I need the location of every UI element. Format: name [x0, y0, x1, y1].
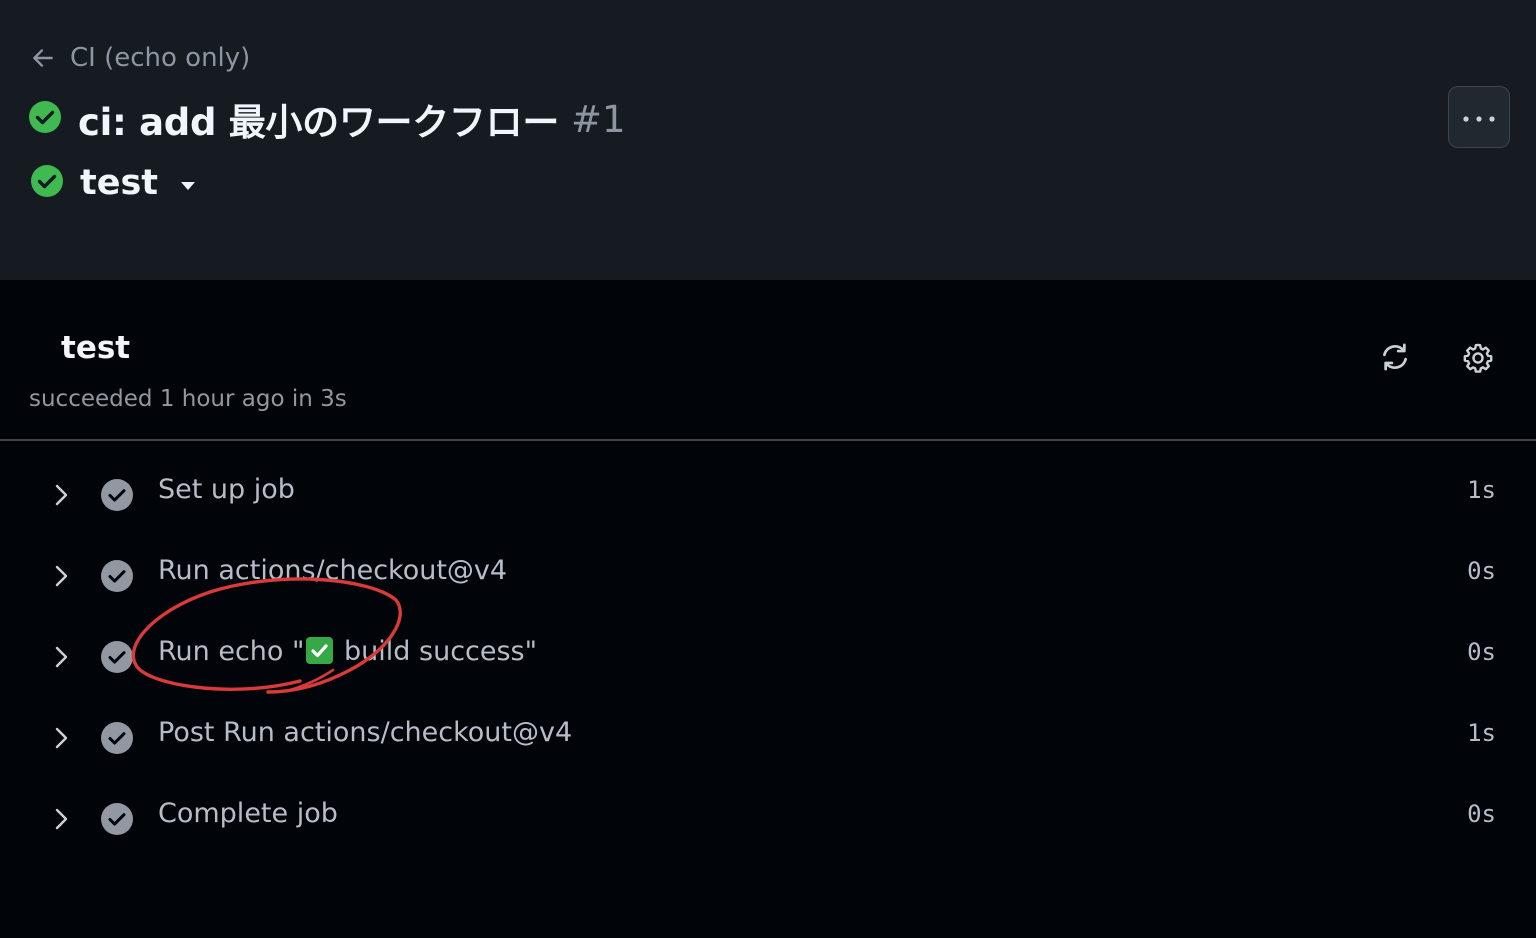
more-options-button[interactable]	[1448, 86, 1510, 148]
chevron-right-icon	[50, 481, 72, 513]
step-row[interactable]: Run echo " build success" 0s	[0, 616, 1536, 697]
step-label: Run echo " build success"	[158, 636, 537, 667]
check-circle-icon	[100, 559, 134, 597]
check-mark-button-icon	[306, 637, 334, 664]
rerun-button[interactable]	[1373, 337, 1417, 381]
step-label: Complete job	[158, 798, 338, 829]
job-title: test	[61, 330, 131, 366]
check-circle-icon	[100, 640, 134, 678]
chevron-right-icon	[50, 643, 72, 675]
step-label-prefix: Run echo "	[158, 636, 305, 667]
back-link-label: CI (echo only)	[70, 43, 251, 73]
step-row[interactable]: Run actions/checkout@v4 0s	[0, 535, 1536, 616]
chevron-right-icon	[50, 724, 72, 756]
job-selector-label: test	[80, 163, 159, 203]
sync-icon	[1378, 340, 1412, 378]
back-to-workflow-link[interactable]: CI (echo only)	[30, 40, 250, 76]
arrow-left-icon	[30, 45, 56, 71]
chevron-right-icon	[50, 562, 72, 594]
chevron-right-icon	[50, 805, 72, 837]
check-circle-fill-icon	[30, 164, 64, 202]
step-label: Post Run actions/checkout@v4	[158, 717, 573, 748]
gear-icon	[1461, 341, 1495, 379]
job-selector[interactable]: test	[30, 160, 196, 206]
step-row[interactable]: Post Run actions/checkout@v4 1s	[0, 697, 1536, 778]
step-label: Set up job	[158, 474, 295, 505]
check-circle-icon	[100, 721, 134, 759]
step-list: Set up job 1s Run actions/checkout@v4 0s…	[0, 454, 1536, 859]
page-title: ci: add 最小のワークフロー #1	[28, 94, 626, 144]
settings-button[interactable]	[1456, 338, 1500, 382]
check-circle-fill-icon	[28, 100, 62, 138]
step-duration: 1s	[1467, 719, 1496, 747]
step-label: Run actions/checkout@v4	[158, 555, 508, 586]
step-duration: 0s	[1467, 557, 1496, 585]
step-row[interactable]: Set up job 1s	[0, 454, 1536, 535]
step-label-suffix: build success"	[335, 636, 538, 667]
section-divider	[0, 439, 1536, 441]
step-duration: 1s	[1467, 476, 1496, 504]
run-title: ci: add 最小のワークフロー	[78, 101, 560, 144]
triangle-down-icon	[180, 176, 196, 195]
check-circle-icon	[100, 478, 134, 516]
check-circle-icon	[100, 802, 134, 840]
step-row[interactable]: Complete job 0s	[0, 778, 1536, 859]
kebab-horizontal-icon	[1462, 108, 1496, 127]
step-duration: 0s	[1467, 638, 1496, 666]
run-header: CI (echo only) ci: add 最小のワークフロー #1 test	[0, 0, 1536, 280]
run-number: #1	[571, 97, 626, 141]
job-status-text: succeeded 1 hour ago in 3s	[29, 386, 347, 412]
step-duration: 0s	[1467, 800, 1496, 828]
